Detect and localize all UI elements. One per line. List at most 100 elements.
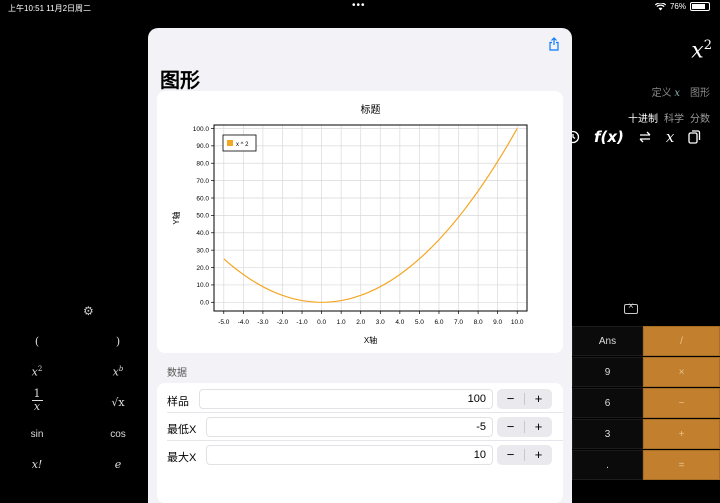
max-x-increment-button[interactable]: + — [525, 445, 552, 465]
max-x-stepper: − + — [497, 445, 552, 465]
y-tick-label: 0.0 — [200, 300, 209, 307]
home-indicator[interactable] — [265, 493, 455, 497]
key-e[interactable]: e — [88, 458, 148, 471]
backspace-icon[interactable] — [624, 301, 638, 314]
wifi-icon — [654, 2, 666, 10]
y-tick-label: 100.0 — [193, 126, 210, 133]
key-sqrt[interactable]: √x — [88, 396, 148, 409]
key-paren-close[interactable]: ) — [88, 335, 148, 348]
x-tick-label: 6.0 — [434, 319, 443, 326]
key-3[interactable]: 3 — [572, 419, 643, 449]
y-tick-label: 30.0 — [196, 247, 209, 254]
swap-icon[interactable] — [638, 130, 652, 144]
samples-decrement-button[interactable]: − — [497, 389, 524, 409]
x-tick-label: 5.0 — [415, 319, 424, 326]
data-form: 样品 100 − + 最低X -5 − + 最大X 10 − + — [157, 383, 563, 503]
x-tick-label: -2.0 — [277, 319, 289, 326]
section-label: 数据 — [167, 368, 187, 379]
x-tick-label: 1.0 — [337, 319, 346, 326]
samples-increment-button[interactable]: + — [525, 389, 552, 409]
chart-title: 标题 — [361, 104, 381, 116]
row-samples: 样品 100 − + — [157, 385, 563, 413]
max-x-label: 最大X — [167, 452, 197, 464]
key-factorial[interactable]: x! — [7, 458, 67, 471]
y-tick-label: 70.0 — [196, 178, 209, 185]
min-x-label: 最低X — [167, 424, 197, 436]
tab-definition[interactable]: 定义 x — [652, 84, 680, 99]
y-axis-label: Y轴 — [171, 211, 181, 224]
key-ans[interactable]: Ans — [572, 326, 643, 356]
key-6[interactable]: 6 — [572, 388, 643, 418]
tab-scientific[interactable]: 科学 — [664, 110, 684, 125]
expression-display: x2 — [691, 38, 712, 64]
row-min-x: 最低X -5 − + — [157, 413, 563, 441]
key-multiply[interactable]: × — [643, 357, 720, 387]
function-icon[interactable]: f(x) — [594, 128, 624, 146]
copy-icon[interactable] — [688, 129, 701, 145]
max-x-field[interactable]: 10 — [206, 445, 493, 465]
key-plus[interactable]: + — [643, 419, 720, 449]
x-tick-label: 3.0 — [376, 319, 385, 326]
key-equals[interactable]: = — [643, 450, 720, 480]
x-tick-label: 8.0 — [474, 319, 483, 326]
variable-icon[interactable]: x — [666, 128, 674, 146]
key-divide[interactable]: / — [643, 326, 720, 356]
y-tick-label: 50.0 — [196, 213, 209, 220]
y-tick-label: 80.0 — [196, 161, 209, 168]
key-decimal[interactable]: . — [572, 450, 643, 480]
legend-label: x ^ 2 — [236, 142, 249, 148]
key-power[interactable]: xb — [88, 365, 148, 379]
share-icon[interactable] — [548, 37, 560, 51]
y-tick-label: 40.0 — [196, 230, 209, 237]
x-tick-label: 2.0 — [356, 319, 365, 326]
line-chart: -5.0 -4.0 -3.0 -2.0 -1.0 0.0 1.0 2.0 3.0 4.0 5.0 6.… — [171, 104, 528, 345]
format-tabs: 十进制 科学 分数 — [628, 110, 710, 125]
status-right: 76% — [654, 2, 710, 11]
x-tick-label: -1.0 — [296, 319, 308, 326]
status-bar: 上午10:51 11月2日周二 ••• 76% — [0, 0, 720, 16]
x-tick-label: 7.0 — [454, 319, 463, 326]
max-x-decrement-button[interactable]: − — [497, 445, 524, 465]
min-x-stepper: − + — [497, 417, 552, 437]
plot-frame — [213, 124, 528, 312]
key-sin[interactable]: sin — [7, 429, 67, 440]
samples-field[interactable]: 100 — [199, 389, 493, 409]
x-tick-label: -5.0 — [218, 319, 230, 326]
multitask-dots[interactable]: ••• — [352, 0, 366, 11]
page-title: 图形 — [160, 70, 200, 92]
key-reciprocal[interactable]: 1x — [7, 387, 67, 413]
min-x-decrement-button[interactable]: − — [497, 417, 524, 437]
battery-percent: 76% — [669, 2, 686, 11]
legend-swatch — [227, 140, 233, 146]
toolbar-icons: f(x) x — [566, 128, 701, 146]
row-max-x: 最大X 10 − + — [157, 441, 563, 469]
x-tick-label: 4.0 — [395, 319, 404, 326]
gear-icon[interactable]: ⚙ — [83, 304, 94, 318]
key-cos[interactable]: cos — [88, 429, 148, 440]
x-axis-label: X轴 — [364, 335, 377, 345]
x-tick-label: 9.0 — [493, 319, 502, 326]
x-tick-label: -4.0 — [238, 319, 250, 326]
x-tick-label: -3.0 — [257, 319, 269, 326]
min-x-increment-button[interactable]: + — [525, 417, 552, 437]
battery-icon — [690, 2, 710, 11]
min-x-field[interactable]: -5 — [206, 417, 493, 437]
tab-decimal[interactable]: 十进制 — [628, 110, 658, 125]
key-9[interactable]: 9 — [572, 357, 643, 387]
key-square[interactable]: x2 — [7, 365, 67, 379]
samples-label: 样品 — [167, 396, 189, 408]
y-tick-label: 60.0 — [196, 195, 209, 202]
key-paren-open[interactable]: ( — [7, 335, 67, 348]
samples-stepper: − + — [497, 389, 552, 409]
tab-graph[interactable]: 图形 — [690, 84, 710, 99]
graph-sheet: 图形 -5.0 -4.0 -3.0 -2.0 -1.0 0.0 1.0 2.0 3.0 4.0 5.… — [148, 28, 572, 503]
mode-tabs: 定义 x 图形 — [652, 84, 710, 99]
y-tick-label: 90.0 — [196, 143, 209, 150]
chart-card: -5.0 -4.0 -3.0 -2.0 -1.0 0.0 1.0 2.0 3.0 4.0 5.0 6.… — [157, 91, 563, 353]
y-tick-label: 20.0 — [196, 265, 209, 272]
x-tick-label: 10.0 — [511, 319, 524, 326]
status-time: 上午10:51 11月2日周二 — [8, 4, 92, 13]
tab-fraction[interactable]: 分数 — [690, 110, 710, 125]
x-tick-label: 0.0 — [317, 319, 326, 326]
key-minus[interactable]: − — [643, 388, 720, 418]
